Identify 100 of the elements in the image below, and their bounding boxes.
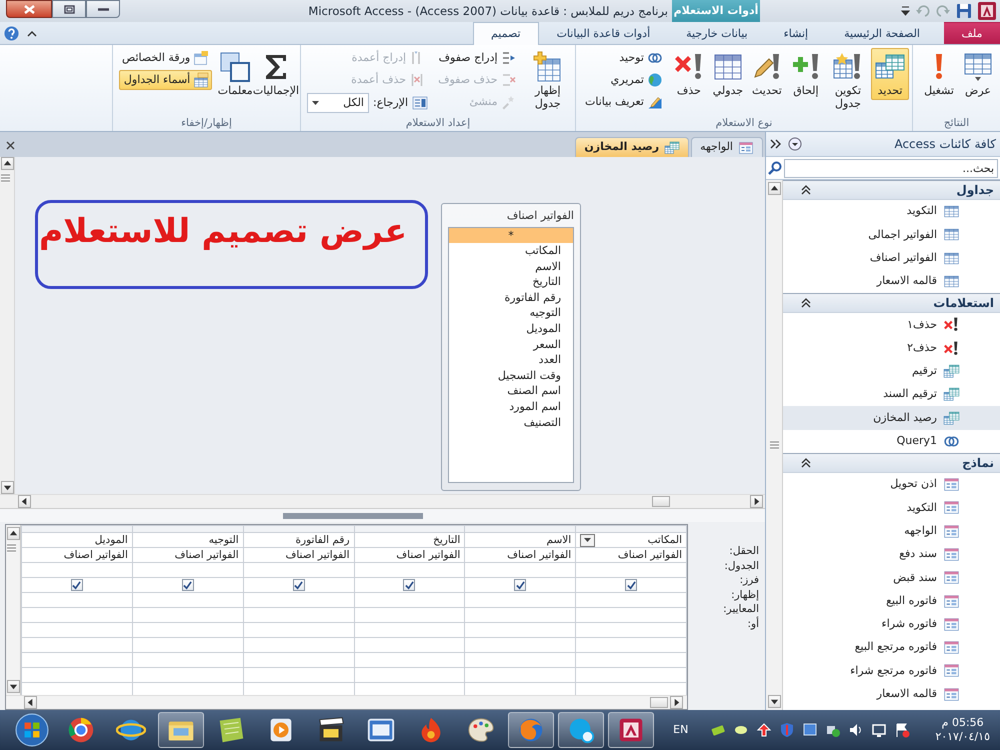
show-checkbox[interactable] xyxy=(292,579,305,591)
language-indicator[interactable]: EN xyxy=(673,722,688,738)
ribbon-button[interactable]: ورقة الخصائص xyxy=(119,48,212,68)
scroll-right-button[interactable] xyxy=(670,696,683,709)
nav-item[interactable]: Query1 xyxy=(783,430,1000,453)
table-cell[interactable]: الفواتير اصناف xyxy=(464,548,576,562)
group-header[interactable]: جداول xyxy=(783,180,1000,200)
ribbon-tab[interactable]: أدوات قاعدة البيانات xyxy=(538,22,668,44)
table-cell[interactable]: الفواتير اصناف xyxy=(576,548,686,562)
scroll-left-button[interactable] xyxy=(24,696,37,709)
table-cell[interactable]: الفواتير اصناف xyxy=(132,548,244,562)
field-item[interactable]: السعر xyxy=(449,336,573,352)
arrow-up-icon[interactable] xyxy=(756,722,772,738)
app-icon[interactable] xyxy=(978,2,996,20)
expand-pane-icon[interactable] xyxy=(770,139,782,149)
nav-item[interactable]: حذف١ xyxy=(783,313,1000,336)
ribbon-tab[interactable]: ملف xyxy=(944,22,1000,44)
taskbar-button[interactable] xyxy=(158,712,204,748)
field-item[interactable]: التوجيه xyxy=(449,305,573,322)
document-tab[interactable]: الواجهه xyxy=(691,137,763,157)
show-checkbox[interactable] xyxy=(403,579,416,591)
scroll-thumb[interactable] xyxy=(652,496,670,507)
ribbon-tab[interactable]: إنشاء xyxy=(766,22,826,44)
ribbon-button[interactable]: تكوين جدول xyxy=(826,48,870,112)
show-checkbox[interactable] xyxy=(625,579,638,591)
customize-dropdown-icon[interactable] xyxy=(901,5,910,17)
field-item[interactable]: الاسم xyxy=(449,258,573,274)
scroll-down-button[interactable] xyxy=(768,695,780,708)
clock-time[interactable]: 05:56 م xyxy=(935,716,990,730)
nav-item[interactable]: فاتوره مرتجع البيع xyxy=(783,636,1000,660)
collapse-ribbon-icon[interactable] xyxy=(27,30,37,36)
field-item[interactable]: المكاتب xyxy=(449,243,573,259)
ribbon-button[interactable]: تعريف بيانات xyxy=(582,92,666,112)
field-item[interactable]: التصنيف xyxy=(449,414,573,430)
nav-item[interactable]: ترقيم xyxy=(783,360,1000,384)
show-checkbox[interactable] xyxy=(514,579,526,591)
scroll-up-button[interactable] xyxy=(768,182,780,195)
ribbon-button[interactable]: تحديث xyxy=(748,48,786,100)
show-checkbox[interactable] xyxy=(182,579,194,591)
field-item[interactable]: اسم المورد xyxy=(449,399,573,415)
dropdown-circle-icon[interactable] xyxy=(788,137,802,151)
nav-item[interactable]: الواجهه xyxy=(783,520,1000,543)
close-button[interactable] xyxy=(6,0,52,18)
ribbon-tab[interactable]: الصفحة الرئيسية xyxy=(826,22,938,44)
shield-icon[interactable] xyxy=(779,722,796,738)
table-cell[interactable]: الفواتير اصناف xyxy=(354,548,465,562)
ribbon-button[interactable]: جدولي xyxy=(708,48,747,100)
ribbon-button[interactable]: أسماء الجداول xyxy=(119,70,212,90)
ribbon-button[interactable]: حذف xyxy=(670,48,708,100)
field-item[interactable]: وقت التسجيل xyxy=(449,368,573,384)
search-icon[interactable] xyxy=(768,161,782,175)
save-icon[interactable] xyxy=(956,3,972,19)
ribbon-button[interactable]: تحديد xyxy=(871,48,909,100)
group-header[interactable]: نماذج xyxy=(783,452,1000,473)
ribbon-tab[interactable]: تصميم xyxy=(472,22,539,45)
ribbon-button[interactable]: معلمات xyxy=(216,48,254,100)
taskbar-button[interactable] xyxy=(608,712,654,748)
nav-item[interactable]: فاتوره مرتجع شراء xyxy=(783,659,1000,683)
ribbon-button[interactable]: إلحاق xyxy=(786,48,825,100)
search-field[interactable]: بحث... xyxy=(784,158,998,178)
group-header[interactable]: استعلامات xyxy=(783,293,1000,314)
field-item[interactable]: التاريخ xyxy=(449,274,573,290)
document-tab[interactable]: رصيد المخازن xyxy=(575,137,690,157)
scroll-down-button[interactable] xyxy=(6,680,20,693)
scroll-thumb[interactable] xyxy=(650,697,668,708)
field-item[interactable]: * xyxy=(449,228,573,244)
scroll-left-button[interactable] xyxy=(18,495,31,508)
minimize-button[interactable] xyxy=(86,0,120,18)
field-item[interactable]: رقم الفاتورة xyxy=(449,290,573,306)
nav-item[interactable]: حذف٢ xyxy=(783,336,1000,360)
field-item[interactable]: اسم الصنف xyxy=(449,383,573,400)
flag-icon[interactable] xyxy=(894,722,910,738)
restore-button[interactable] xyxy=(52,0,86,18)
nav-item[interactable]: قالمه الاسعار xyxy=(783,270,1000,294)
nav-item[interactable]: ترقيم السند xyxy=(783,383,1000,406)
nav-item[interactable]: فاتوره شراء xyxy=(783,612,1000,636)
nav-item[interactable]: الفواتير اجمالى xyxy=(783,223,1000,247)
table-cell[interactable]: الفواتير اصناف xyxy=(22,548,132,562)
scroll-right-button[interactable] xyxy=(750,495,763,508)
taskbar-button[interactable] xyxy=(558,712,604,748)
field-item[interactable]: الموديل xyxy=(449,321,573,337)
monitor-icon[interactable] xyxy=(802,722,818,738)
ribbon-button[interactable]: عرض xyxy=(959,48,997,100)
ribbon-button[interactable]: توحيد xyxy=(582,48,666,68)
help-icon[interactable] xyxy=(4,26,19,40)
nav-item[interactable]: فاتوره البيع xyxy=(783,589,1000,613)
nav-item[interactable]: قالمه الاسعار xyxy=(783,682,1000,706)
show-checkbox[interactable] xyxy=(70,579,83,591)
display-icon[interactable] xyxy=(871,722,888,738)
ribbon-button[interactable]: إدراج صفوف xyxy=(435,48,520,68)
table-cell[interactable]: الفواتير اصناف xyxy=(243,548,354,562)
splitter-bar[interactable] xyxy=(282,512,422,518)
nav-item[interactable]: التكويد xyxy=(783,496,1000,520)
nav-item[interactable]: رصيد المخازن xyxy=(783,406,1000,430)
ribbon-button[interactable]: إظهار جدول xyxy=(524,48,572,112)
nav-item[interactable]: الفواتير اصناف xyxy=(783,246,1000,270)
nav-item[interactable]: اذن تحويل xyxy=(783,472,1000,496)
ribbon-button[interactable]: الإجماليات xyxy=(255,48,297,100)
nav-item[interactable]: التكويد xyxy=(783,200,1000,224)
field-item[interactable]: العدد xyxy=(449,352,573,368)
